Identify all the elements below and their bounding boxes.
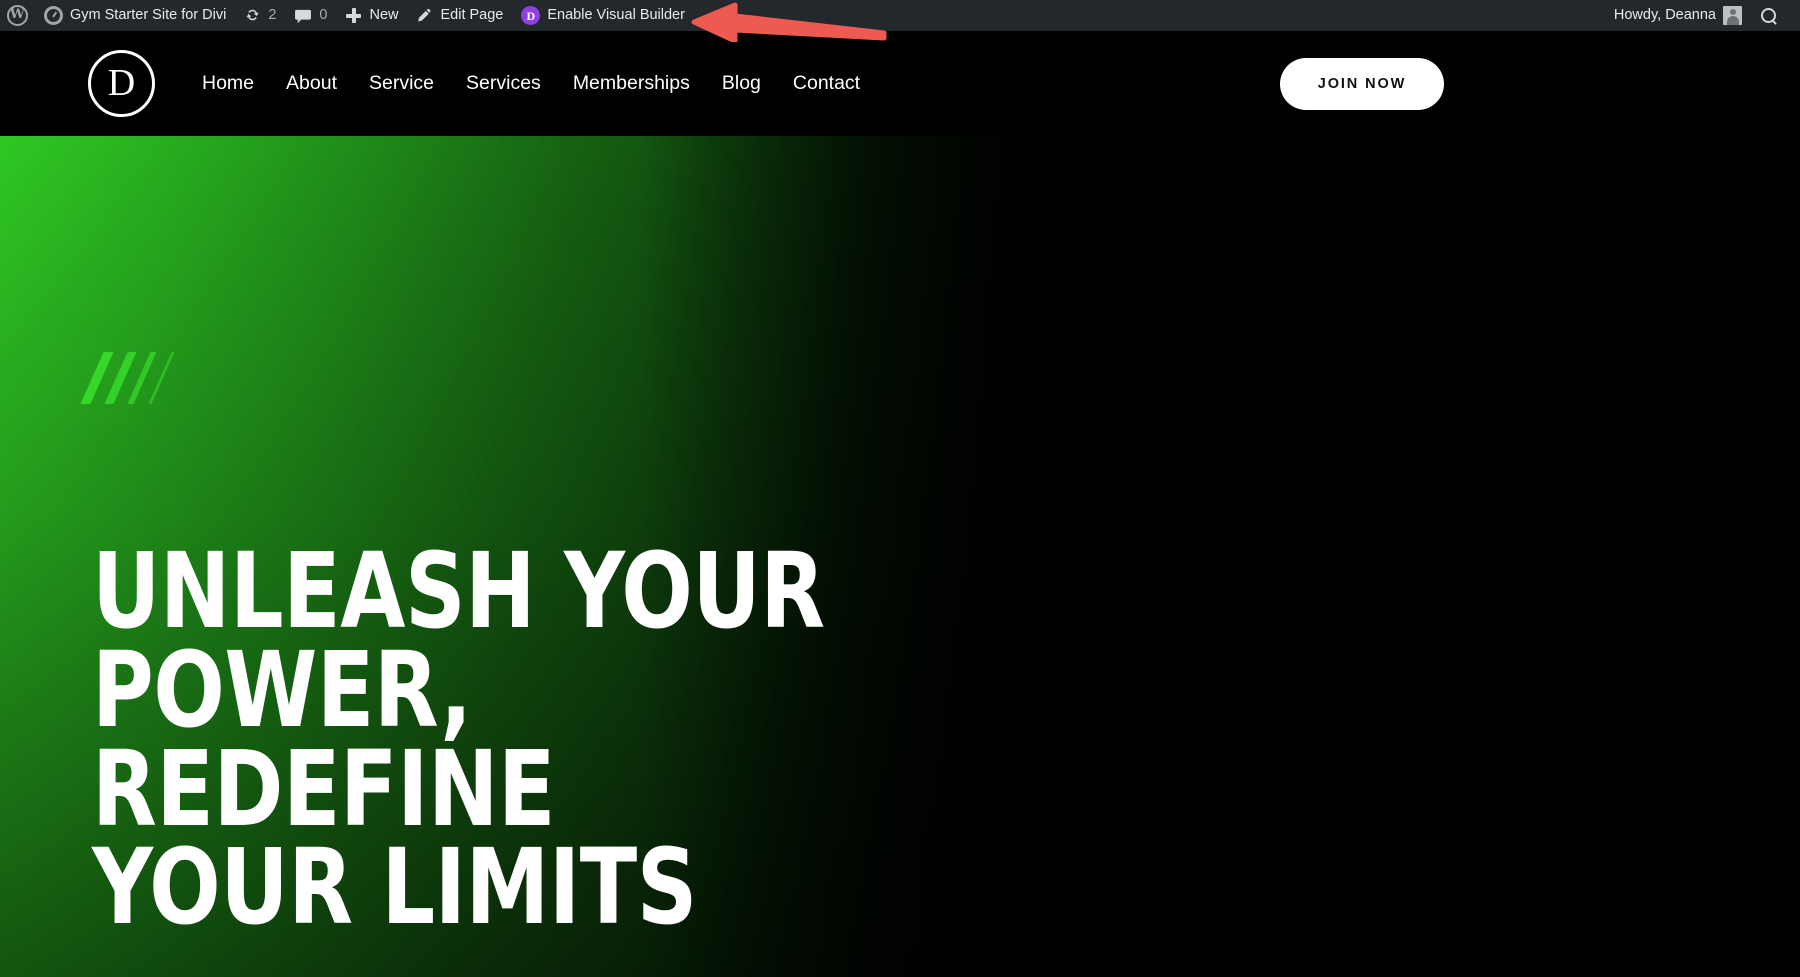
updates-count: 2 <box>268 7 277 23</box>
hero-title: UNLEASH YOUR POWER, REDEFINE YOUR LIMITS <box>92 530 825 949</box>
updates-sync-icon <box>244 7 261 24</box>
hero-section: UNLEASH YOUR POWER, REDEFINE YOUR LIMITS… <box>0 136 1800 977</box>
admin-bar-right-group: Howdy, Deanna <box>1605 0 1800 31</box>
wordpress-logo-menu[interactable]: W <box>0 0 35 31</box>
wp-admin-bar: W Gym Starter Site for Divi 2 0 New Edit… <box>0 0 1800 31</box>
wordpress-logo-icon: W <box>7 5 28 26</box>
diagonal-slashes-decoration-icon <box>80 352 200 404</box>
site-header: D Home About Service Services Membership… <box>0 31 1800 136</box>
enable-visual-builder-label: Enable Visual Builder <box>547 7 685 23</box>
nav-item-service[interactable]: Service <box>353 31 450 136</box>
divi-circle-d-logo-icon: D <box>107 61 136 104</box>
divi-logo-icon: D <box>521 6 541 25</box>
page-root: W Gym Starter Site for Divi 2 0 New Edit… <box>0 0 1800 977</box>
howdy-label: Howdy, Deanna <box>1613 7 1716 23</box>
admin-bar-left-group: W Gym Starter Site for Divi 2 0 New Edit… <box>0 0 694 31</box>
nav-item-services[interactable]: Services <box>450 31 557 136</box>
join-now-button[interactable]: JOIN NOW <box>1280 58 1444 110</box>
comments-count: 0 <box>319 7 328 23</box>
updates-menu[interactable]: 2 <box>235 0 285 31</box>
nav-item-home[interactable]: Home <box>186 31 270 136</box>
user-avatar-icon <box>1723 6 1742 25</box>
new-label: New <box>369 7 399 23</box>
nav-item-about[interactable]: About <box>270 31 353 136</box>
my-account-menu[interactable]: Howdy, Deanna <box>1605 0 1751 31</box>
site-name-label: Gym Starter Site for Divi <box>70 7 227 23</box>
nav-item-blog[interactable]: Blog <box>706 31 777 136</box>
site-logo[interactable]: D <box>88 50 155 117</box>
pencil-icon <box>416 7 433 24</box>
enable-visual-builder-menu[interactable]: D Enable Visual Builder <box>512 0 694 31</box>
edit-page-menu[interactable]: Edit Page <box>407 0 512 31</box>
main-navigation: Home About Service Services Memberships … <box>186 31 876 136</box>
edit-page-label: Edit Page <box>440 7 504 23</box>
new-content-menu[interactable]: New <box>336 0 407 31</box>
search-icon <box>1760 7 1777 24</box>
comment-bubble-icon <box>294 9 312 23</box>
site-name-menu[interactable]: Gym Starter Site for Divi <box>35 0 235 31</box>
plus-icon <box>345 7 362 24</box>
nav-item-contact[interactable]: Contact <box>777 31 876 136</box>
dashboard-gauge-icon <box>44 6 63 25</box>
admin-bar-search-button[interactable] <box>1751 0 1786 31</box>
nav-item-memberships[interactable]: Memberships <box>557 31 706 136</box>
hero-content: UNLEASH YOUR POWER, REDEFINE YOUR LIMITS… <box>0 136 1055 977</box>
comments-menu[interactable]: 0 <box>285 0 336 31</box>
